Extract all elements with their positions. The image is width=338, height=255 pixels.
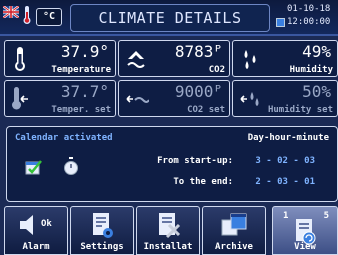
installation-label: Installat bbox=[143, 242, 193, 252]
temperature-setpoint-label: Temper. set bbox=[51, 105, 111, 115]
archive-button[interactable]: Archive bbox=[202, 206, 266, 255]
uk-flag-icon[interactable] bbox=[3, 6, 19, 18]
co2-setpoint-label: CO2 set bbox=[187, 105, 225, 115]
co2-setpoint-icon bbox=[126, 95, 149, 103]
alarm-label: Alarm bbox=[22, 242, 50, 252]
calendar-check-icon bbox=[25, 160, 42, 175]
temperature-tile[interactable]: 37.9° Temperature bbox=[4, 40, 116, 77]
to-end-value: 2 - 03 - 01 bbox=[255, 177, 315, 187]
humidity-drops-icon bbox=[244, 50, 256, 69]
to-end-label: To the end: bbox=[173, 177, 233, 187]
alarm-ok-badge: Ok bbox=[41, 219, 52, 229]
temperature-setpoint-tile[interactable]: 37.7° Temper. set bbox=[4, 80, 116, 117]
thermometer-setpoint-icon bbox=[12, 87, 28, 110]
temperature-label: Temperature bbox=[51, 65, 111, 75]
humidity-setpoint-icon bbox=[240, 92, 259, 106]
settings-document-icon bbox=[93, 213, 113, 238]
date-text: 01-10-18 bbox=[287, 4, 331, 14]
from-startup-label: From start-up: bbox=[157, 156, 233, 166]
view-label: View bbox=[294, 242, 316, 252]
humidity-setpoint-tile[interactable]: 50% Humidity set bbox=[232, 80, 338, 117]
co2-label: CO2 bbox=[208, 65, 225, 75]
calendar-status: Calendar activated bbox=[15, 133, 113, 143]
thermometer-icon bbox=[15, 47, 25, 71]
view-button[interactable]: 1 5 View bbox=[272, 206, 338, 255]
calendar-icon bbox=[276, 18, 285, 27]
page-total: 5 bbox=[323, 211, 329, 221]
time-format-label: Day-hour-minute bbox=[247, 133, 329, 143]
temperature-unit-badge[interactable]: °C bbox=[36, 8, 62, 26]
co2-tile[interactable]: 8783ᴾ CO2 bbox=[118, 40, 230, 77]
co2-value: 8783ᴾ bbox=[174, 42, 223, 61]
calendar-panel: Calendar activated Day-hour-minute From … bbox=[6, 126, 338, 202]
archive-label: Archive bbox=[215, 242, 253, 252]
installation-button[interactable]: Installat bbox=[136, 206, 200, 255]
humidity-tile[interactable]: 49% Humidity bbox=[232, 40, 338, 77]
humidity-label: Humidity bbox=[289, 65, 333, 75]
page-current: 1 bbox=[283, 211, 289, 221]
humidity-setpoint-label: Humidity set bbox=[267, 105, 333, 115]
settings-button[interactable]: Settings bbox=[70, 206, 134, 255]
thermometer-icon bbox=[23, 6, 31, 24]
datetime-display: 01-10-18 12:00:00 bbox=[275, 2, 338, 33]
alarm-button[interactable]: Ok Alarm bbox=[4, 206, 68, 255]
stopwatch-icon bbox=[64, 157, 78, 175]
header-bar: °C CLIMATE DETAILS 01-10-18 12:00:00 bbox=[0, 0, 338, 36]
settings-label: Settings bbox=[80, 242, 124, 252]
from-startup-value: 3 - 02 - 03 bbox=[255, 156, 315, 166]
page-title: CLIMATE DETAILS bbox=[70, 4, 270, 32]
time-text: 12:00:00 bbox=[287, 17, 331, 27]
co2-setpoint-value: 9000ᴾ bbox=[174, 82, 223, 101]
co2-icon bbox=[127, 51, 145, 68]
co2-setpoint-tile[interactable]: 9000ᴾ CO2 set bbox=[118, 80, 230, 117]
climate-details-screen: °C CLIMATE DETAILS 01-10-18 12:00:00 37.… bbox=[0, 0, 338, 255]
installation-tools-icon bbox=[159, 213, 181, 239]
temperature-setpoint-value: 37.7° bbox=[60, 82, 109, 101]
temperature-value: 37.9° bbox=[60, 42, 109, 61]
archive-windows-icon bbox=[221, 213, 247, 236]
humidity-value: 49% bbox=[302, 42, 331, 61]
humidity-setpoint-value: 50% bbox=[302, 82, 331, 101]
